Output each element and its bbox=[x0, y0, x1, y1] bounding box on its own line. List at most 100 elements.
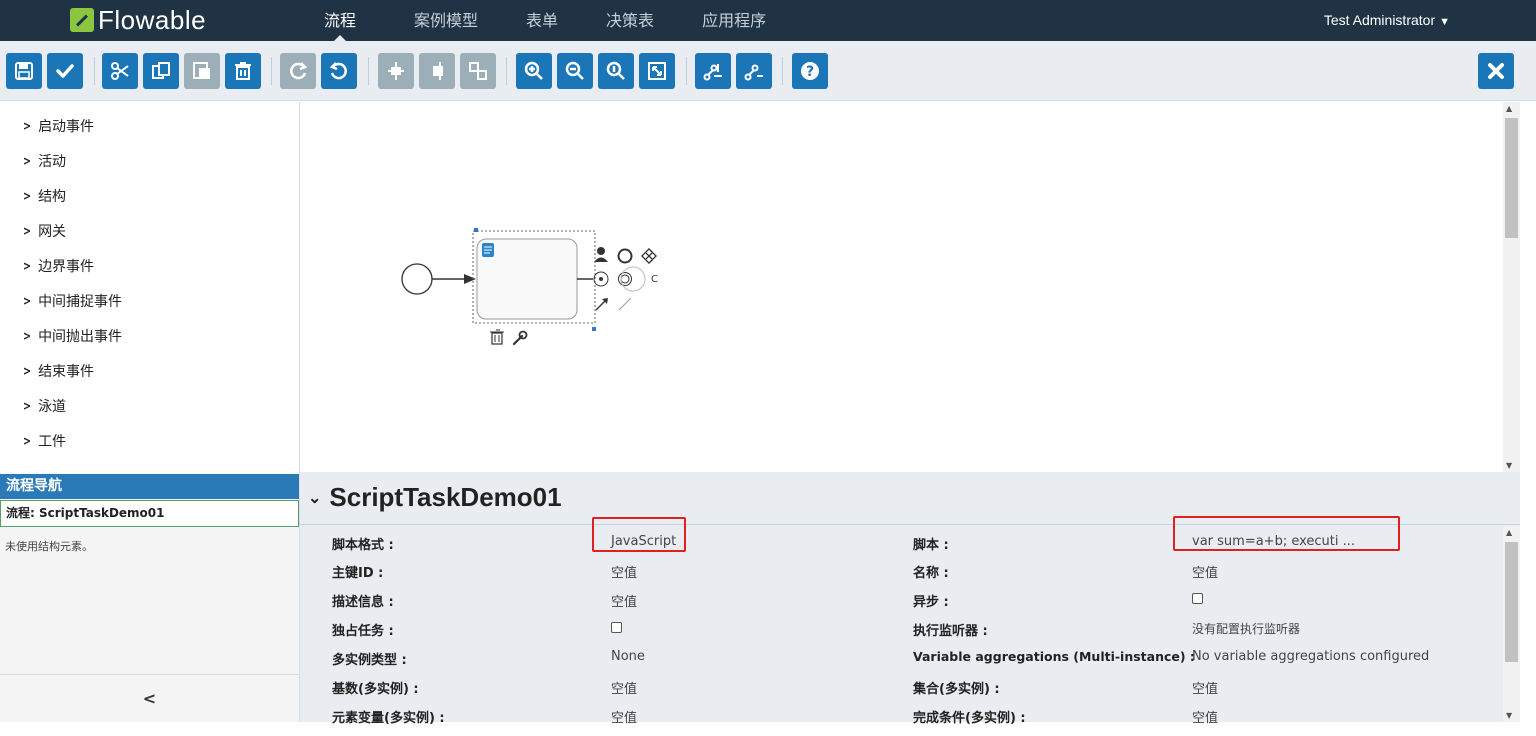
shape-palette: > 启动事件 > 活动 > 结构 > 网关 > 边界事件 > 中间捕捉事件 > 中间抛出事件 … bbox=[0, 102, 300, 474]
zoom-out-button[interactable] bbox=[557, 53, 593, 89]
main-nav-tabs: 流程 案例模型 表单 决策表 应用程序 bbox=[300, 0, 790, 42]
property-value-documentation[interactable]: 空值 bbox=[611, 591, 637, 610]
palette-group-intermediate-catch[interactable]: > 中间捕捉事件 bbox=[22, 291, 122, 311]
nav-tab-decision-tables[interactable]: 决策表 bbox=[582, 0, 678, 41]
properties-header[interactable]: ⌄ ScriptTaskDemo01 bbox=[308, 482, 562, 513]
help-button[interactable]: ? bbox=[792, 53, 828, 89]
palette-group-start-events[interactable]: > 启动事件 bbox=[22, 116, 94, 136]
property-value-collection[interactable]: 空值 bbox=[1192, 678, 1218, 697]
remove-bendpoint-button[interactable] bbox=[736, 53, 772, 89]
properties-scroll-thumb[interactable] bbox=[1505, 542, 1518, 662]
property-value-element-variable[interactable]: 空值 bbox=[611, 707, 637, 726]
palette-group-boundary-events[interactable]: > 边界事件 bbox=[22, 256, 94, 276]
property-value-completion-condition[interactable]: 空值 bbox=[1192, 707, 1218, 726]
palette-group-structural[interactable]: > 结构 bbox=[22, 186, 66, 206]
add-annotation-icon: C bbox=[651, 274, 658, 285]
palette-group-label: 网关 bbox=[38, 224, 67, 240]
palette-group-label: 活动 bbox=[38, 154, 67, 170]
palette-group-label: 启动事件 bbox=[38, 119, 95, 135]
canvas-scrollbar[interactable]: ▲ ▼ bbox=[1503, 102, 1520, 472]
toolbar-divider bbox=[686, 57, 687, 85]
process-navigator: 流程导航 流程: ScriptTaskDemo01 未使用结构元素。 < bbox=[0, 474, 300, 722]
chevron-right-icon: > bbox=[23, 224, 32, 238]
property-row: 基数(多实例) : 空值 集合(多实例) : 空值 bbox=[300, 678, 1500, 707]
chevron-right-icon: > bbox=[23, 119, 32, 133]
delete-button[interactable] bbox=[225, 53, 261, 89]
chevron-down-icon: ⌄ bbox=[308, 489, 322, 507]
save-button[interactable] bbox=[6, 53, 42, 89]
property-value-multi-instance-type[interactable]: None bbox=[611, 649, 645, 664]
chevron-right-icon: > bbox=[23, 294, 32, 308]
palette-group-gateways[interactable]: > 网关 bbox=[22, 221, 66, 241]
zoom-in-button[interactable] bbox=[516, 53, 552, 89]
toolbar-divider bbox=[368, 57, 369, 85]
copy-button[interactable] bbox=[143, 53, 179, 89]
zoom-actual-icon bbox=[606, 61, 625, 80]
property-value-variable-aggregations[interactable]: No variable aggregations configured bbox=[1192, 649, 1429, 664]
diagram-canvas[interactable]: C bbox=[300, 102, 1503, 472]
scroll-down-arrow-icon[interactable]: ▼ bbox=[1506, 711, 1512, 720]
nav-tab-process[interactable]: 流程 bbox=[300, 0, 380, 42]
scissors-icon bbox=[111, 62, 129, 80]
zoom-actual-button[interactable] bbox=[598, 53, 634, 89]
cut-button[interactable] bbox=[102, 53, 138, 89]
async-checkbox[interactable] bbox=[1192, 593, 1203, 604]
properties-scrollbar[interactable]: ▲ ▼ bbox=[1503, 526, 1520, 722]
palette-group-label: 结构 bbox=[38, 189, 67, 205]
property-row: 描述信息 : 空值 异步 : bbox=[300, 591, 1500, 620]
paste-button[interactable] bbox=[184, 53, 220, 89]
delete-shape-icon bbox=[490, 329, 504, 345]
validate-button[interactable] bbox=[47, 53, 83, 89]
property-label-multi-instance-type: 多实例类型 : bbox=[332, 653, 407, 668]
palette-group-activities[interactable]: > 活动 bbox=[22, 151, 66, 171]
highlight-box-script bbox=[1173, 516, 1400, 551]
property-label-name: 名称 : bbox=[913, 566, 949, 581]
add-bendpoint-button[interactable] bbox=[695, 53, 731, 89]
scroll-up-arrow-icon[interactable]: ▲ bbox=[1506, 104, 1512, 113]
navigator-process-item[interactable]: 流程: ScriptTaskDemo01 bbox=[0, 500, 299, 527]
chevron-right-icon: > bbox=[23, 364, 32, 378]
property-value-cardinality[interactable]: 空值 bbox=[611, 678, 637, 697]
nav-tab-apps[interactable]: 应用程序 bbox=[678, 0, 790, 41]
palette-group-intermediate-throw[interactable]: > 中间抛出事件 bbox=[22, 326, 122, 346]
palette-group-end-events[interactable]: > 结束事件 bbox=[22, 361, 94, 381]
property-row: 多实例类型 : None Variable aggregations (Mult… bbox=[300, 649, 1500, 678]
svg-text:?: ? bbox=[806, 64, 814, 80]
palette-group-artifacts[interactable]: > 工件 bbox=[22, 431, 66, 451]
nav-tab-case-models[interactable]: 案例模型 bbox=[390, 0, 502, 41]
property-value-id[interactable]: 空值 bbox=[611, 562, 637, 581]
property-label-exclusive: 独占任务 : bbox=[332, 624, 394, 639]
property-value-name[interactable]: 空值 bbox=[1192, 562, 1218, 581]
palette-group-label: 结束事件 bbox=[38, 364, 95, 380]
align-horizontal-button[interactable] bbox=[419, 53, 455, 89]
property-label-variable-aggregations: Variable aggregations (Multi-instance) : bbox=[913, 649, 1195, 664]
chevron-right-icon: > bbox=[23, 259, 32, 273]
nav-tab-forms[interactable]: 表单 bbox=[502, 0, 582, 41]
scroll-up-arrow-icon[interactable]: ▲ bbox=[1506, 528, 1512, 537]
palette-group-swimlanes[interactable]: > 泳道 bbox=[22, 396, 66, 416]
palette-group-label: 中间捕捉事件 bbox=[38, 294, 123, 310]
property-label-collection: 集合(多实例) : bbox=[913, 682, 1000, 697]
user-menu[interactable]: Test Administrator ▼ bbox=[1324, 12, 1450, 28]
exclusive-checkbox[interactable] bbox=[611, 622, 622, 633]
start-event bbox=[401, 263, 433, 295]
align-vertical-button[interactable] bbox=[378, 53, 414, 89]
scroll-down-arrow-icon[interactable]: ▼ bbox=[1506, 461, 1512, 470]
canvas-scroll-thumb[interactable] bbox=[1505, 118, 1518, 238]
undo-button[interactable] bbox=[321, 53, 357, 89]
close-editor-button[interactable] bbox=[1478, 53, 1514, 89]
redo-button[interactable] bbox=[280, 53, 316, 89]
collapse-panel-button[interactable]: < bbox=[0, 674, 299, 722]
navigator-empty-text: 未使用结构元素。 bbox=[5, 540, 93, 553]
property-value-execution-listeners[interactable]: 没有配置执行监听器 bbox=[1192, 620, 1300, 637]
property-label-id: 主键ID : bbox=[332, 566, 384, 581]
navigator-title: 流程导航 bbox=[0, 474, 299, 499]
toolbar-divider bbox=[94, 57, 95, 85]
zoom-fit-button[interactable] bbox=[639, 53, 675, 89]
same-size-button[interactable] bbox=[460, 53, 496, 89]
flowable-logo[interactable]: Flowable bbox=[70, 6, 206, 34]
chevron-right-icon: > bbox=[23, 154, 32, 168]
property-label-cardinality: 基数(多实例) : bbox=[332, 682, 419, 697]
property-row: 独占任务 : 执行监听器 : 没有配置执行监听器 bbox=[300, 620, 1500, 649]
sequence-flow-start-to-task bbox=[432, 274, 476, 284]
